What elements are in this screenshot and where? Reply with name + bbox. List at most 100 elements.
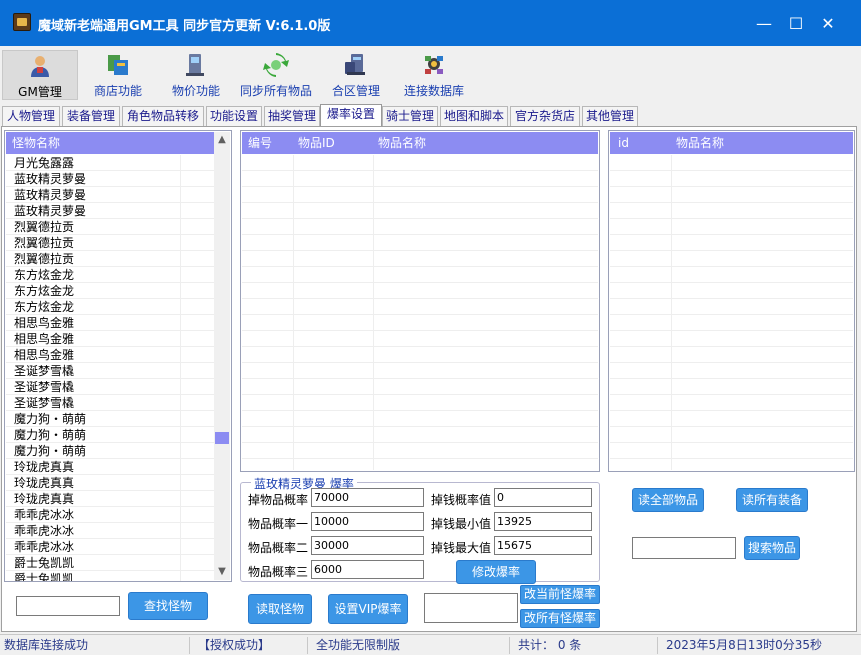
status-db: 数据库连接成功 — [0, 637, 190, 654]
grid-line — [373, 155, 374, 470]
label-item-rate-2: 物品概率二 — [248, 541, 309, 555]
monster-list[interactable]: 怪物名称 月光兔露露 蓝玫精灵萝曼 蓝玫精灵萝曼 蓝玫精灵萝曼 烈翼德拉贡 烈翼德拉贡 烈翼… — [4, 130, 232, 582]
change-current-rate-button[interactable]: 改当前怪爆率 — [520, 585, 600, 604]
list-item[interactable]: 玲珑虎真真 — [6, 491, 216, 507]
item-table[interactable]: id 物品名称 — [608, 130, 855, 472]
tab-knight[interactable]: 骑士管理 — [382, 106, 438, 126]
tab-item-transfer[interactable]: 角色物品转移 — [122, 106, 204, 126]
label-money-min: 掉钱最小值 — [431, 517, 492, 531]
change-all-rate-button[interactable]: 改所有怪爆率 — [520, 609, 600, 628]
label-item-rate-1: 物品概率一 — [248, 517, 309, 531]
list-item[interactable]: 爵士兔凯凯 — [6, 571, 216, 581]
item-table-header: id 物品名称 — [610, 132, 853, 154]
read-monster-button[interactable]: 读取怪物 — [248, 594, 312, 624]
list-item[interactable]: 烈翼德拉贡 — [6, 219, 216, 235]
status-edition: 全功能无限制版 — [312, 637, 510, 654]
list-item[interactable]: 东方炫金龙 — [6, 267, 216, 283]
header-item-name: 物品名称 — [676, 136, 725, 150]
toolbar-shop[interactable]: 商店功能 — [86, 50, 150, 100]
tab-character[interactable]: 人物管理 — [2, 106, 60, 126]
item-search-input[interactable] — [632, 537, 736, 559]
list-item[interactable]: 魔力狗・萌萌 — [6, 443, 216, 459]
shop-icon — [108, 55, 128, 75]
toolbar-gm-manage[interactable]: GM管理 — [2, 50, 78, 100]
list-item[interactable]: 圣诞梦雪橇 — [6, 379, 216, 395]
list-item[interactable]: 魔力狗・萌萌 — [6, 411, 216, 427]
server-icon — [345, 54, 365, 75]
list-item[interactable]: 魔力狗・萌萌 — [6, 427, 216, 443]
grid-line — [671, 155, 672, 470]
minimize-button[interactable]: — — [752, 12, 776, 36]
item-rate-2-input[interactable]: 30000 — [311, 536, 424, 555]
status-auth: 【授权成功】 — [194, 637, 308, 654]
item-rate-3-input[interactable]: 6000 — [311, 560, 424, 579]
read-all-items-button[interactable]: 读全部物品 — [632, 488, 704, 512]
list-item[interactable]: 蓝玫精灵萝曼 — [6, 171, 216, 187]
drop-table-body — [242, 155, 598, 470]
tab-lottery[interactable]: 抽奖管理 — [264, 106, 320, 126]
user-icon — [31, 56, 49, 77]
toolbar: GM管理 商店功能 物价功能 同步所有物品 合区管理 连接数据库 — [0, 46, 861, 104]
modify-rate-button[interactable]: 修改爆率 — [456, 560, 536, 584]
window-title: 魔域新老端通用GM工具 同步官方更新 V:6.1.0版 — [38, 19, 331, 34]
list-item[interactable]: 相思鸟金雅 — [6, 331, 216, 347]
list-item[interactable]: 蓝玫精灵萝曼 — [6, 203, 216, 219]
tab-other[interactable]: 其他管理 — [582, 106, 638, 126]
read-all-equipment-button[interactable]: 读所有装备 — [736, 488, 808, 512]
scroll-thumb[interactable] — [215, 432, 229, 444]
money-max-input[interactable]: 15675 — [494, 536, 592, 555]
toolbar-merge-server[interactable]: 合区管理 — [326, 50, 386, 100]
toolbar-sync-items[interactable]: 同步所有物品 — [236, 50, 316, 100]
app-icon — [13, 13, 31, 31]
tab-function-settings[interactable]: 功能设置 — [206, 106, 262, 126]
header-item-id: 物品ID — [298, 136, 335, 150]
close-button[interactable]: ✕ — [816, 12, 840, 36]
search-item-button[interactable]: 搜索物品 — [744, 536, 800, 560]
toolbar-connect-db[interactable]: 连接数据库 — [398, 50, 470, 100]
money-drop-rate-input[interactable]: 0 — [494, 488, 592, 507]
header-id: id — [618, 136, 629, 150]
list-item[interactable]: 相思鸟金雅 — [6, 315, 216, 331]
monster-search-input[interactable] — [16, 596, 120, 616]
item-drop-rate-input[interactable]: 70000 — [311, 488, 424, 507]
monster-list-header: 怪物名称 — [6, 132, 216, 154]
monster-list-scrollbar[interactable]: ▲ ▼ — [214, 132, 230, 580]
list-item[interactable]: 月光兔露露 — [6, 155, 216, 171]
list-item[interactable]: 烈翼德拉贡 — [6, 251, 216, 267]
list-item[interactable]: 乖乖虎冰冰 — [6, 507, 216, 523]
list-item[interactable]: 相思鸟金雅 — [6, 347, 216, 363]
find-monster-button[interactable]: 查找怪物 — [128, 592, 208, 620]
item-rate-1-input[interactable]: 10000 — [311, 512, 424, 531]
tab-official-store[interactable]: 官方杂货店 — [510, 106, 580, 126]
list-item[interactable]: 玲珑虎真真 — [6, 475, 216, 491]
list-item[interactable]: 乖乖虎冰冰 — [6, 523, 216, 539]
label-money-drop-rate: 掉钱概率值 — [431, 493, 492, 507]
set-vip-rate-button[interactable]: 设置VIP爆率 — [328, 594, 408, 624]
list-item[interactable]: 烈翼德拉贡 — [6, 235, 216, 251]
label-item-drop-rate: 掉物品概率 — [248, 493, 309, 507]
list-item[interactable]: 圣诞梦雪橇 — [6, 363, 216, 379]
tab-drop-rate[interactable]: 爆率设置 — [320, 104, 382, 127]
scroll-up-icon[interactable]: ▲ — [214, 132, 230, 148]
status-datetime: 2023年5月8日13时0分35秒 — [666, 638, 822, 652]
scroll-down-icon[interactable]: ▼ — [214, 564, 230, 580]
list-item[interactable]: 玲珑虎真真 — [6, 459, 216, 475]
money-min-input[interactable]: 13925 — [494, 512, 592, 531]
list-item[interactable]: 乖乖虎冰冰 — [6, 539, 216, 555]
list-item[interactable]: 东方炫金龙 — [6, 283, 216, 299]
vip-rate-input[interactable] — [424, 593, 518, 623]
status-count: 共计： 0 条 — [514, 637, 658, 654]
toolbar-price[interactable]: 物价功能 — [166, 50, 226, 100]
title-bar: 魔域新老端通用GM工具 同步官方更新 V:6.1.0版 — ☐ ✕ — [0, 0, 861, 46]
list-item[interactable]: 东方炫金龙 — [6, 299, 216, 315]
list-item[interactable]: 蓝玫精灵萝曼 — [6, 187, 216, 203]
header-monster-name: 怪物名称 — [12, 136, 61, 150]
computer-icon — [186, 54, 204, 76]
network-icon — [425, 56, 443, 74]
maximize-button[interactable]: ☐ — [784, 12, 808, 36]
list-item[interactable]: 爵士兔凯凯 — [6, 555, 216, 571]
tab-equipment[interactable]: 装备管理 — [62, 106, 120, 126]
tab-map-script[interactable]: 地图和脚本 — [440, 106, 508, 126]
list-item[interactable]: 圣诞梦雪橇 — [6, 395, 216, 411]
drop-item-table[interactable]: 编号 物品ID 物品名称 — [240, 130, 600, 472]
